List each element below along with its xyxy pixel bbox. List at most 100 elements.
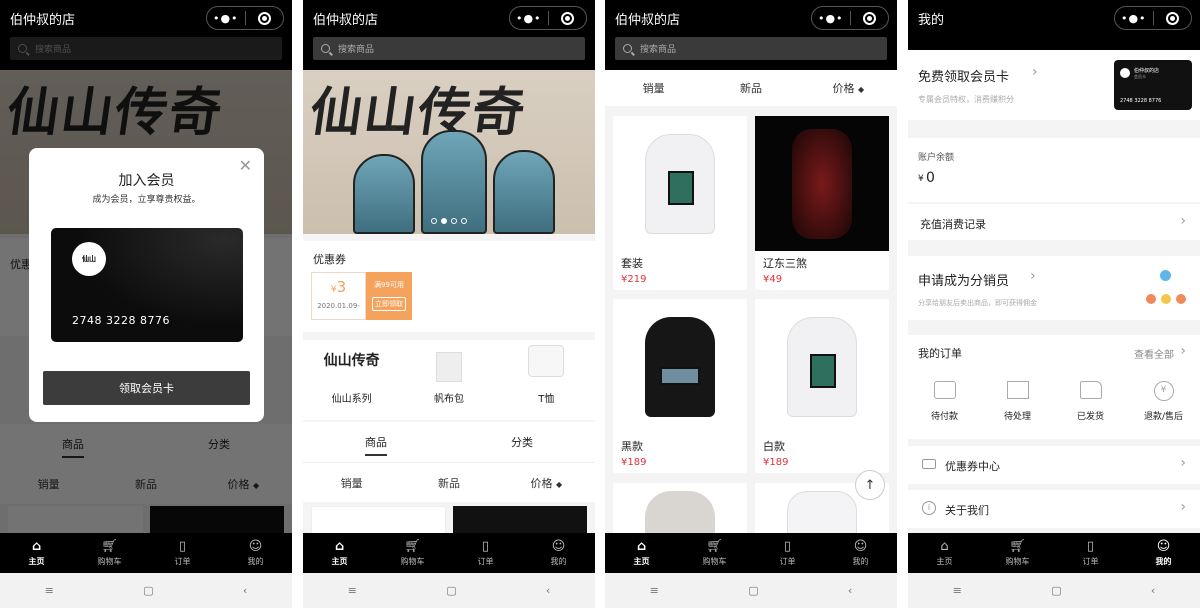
sort-new[interactable]: 新品 [702, 80, 799, 96]
home-icon: ⌂ [334, 538, 345, 554]
tab-me[interactable]: ☺ 我的 [1127, 533, 1200, 573]
menu-icon[interactable]: ≡ [953, 584, 962, 597]
refund-icon: ¥ [1153, 381, 1174, 401]
more-dots-icon[interactable]: •●• [207, 12, 245, 25]
sort-price[interactable]: 价格 ◆ [498, 475, 595, 491]
tab-category[interactable]: 分类 [449, 422, 595, 462]
page-title: 我的 [918, 13, 945, 28]
order-status-item[interactable]: 待付款 [908, 381, 981, 422]
phone-screen-products: 伯仲叔的店 •●• 搜索商品 销量 新品 价格 ◆ 套装 ¥219 辽东三煞 ¥49 黑… [605, 0, 897, 608]
orders-section: 我的订单 查看全部 › 待付款 待处理 已发货 ¥ 退款/售后 [908, 335, 1200, 439]
tab-home[interactable]: ⌂ 主页 [0, 533, 73, 573]
tshirt-icon [528, 345, 565, 377]
card-number: 2748 3228 8776 [72, 314, 170, 327]
sort-arrows-icon: ◆ [555, 479, 563, 489]
product-card[interactable]: 辽东三煞 ¥49 [755, 116, 889, 290]
tab-cart[interactable]: 🛒︎ 购物车 [981, 533, 1054, 573]
shop-title: 伯仲叔的店 [313, 13, 379, 28]
tab-orders[interactable]: ▯ 订单 [1054, 533, 1127, 573]
chevron-right-icon: › [1030, 268, 1036, 284]
back-icon[interactable]: ‹ [1151, 584, 1155, 597]
mini-member-card: 伯仲叔的店 会员卡 2748 3228 8776 [1114, 60, 1192, 110]
record-icon[interactable] [548, 11, 586, 25]
coupon-icon [922, 459, 936, 469]
square-icon[interactable]: ▢ [143, 584, 153, 597]
order-status-item[interactable]: ¥ 退款/售后 [1127, 381, 1200, 422]
sort-new[interactable]: 新品 [400, 475, 497, 491]
carousel-dots [303, 218, 595, 224]
order-status-item[interactable]: 待处理 [981, 381, 1054, 422]
more-dots-icon[interactable]: •●• [1115, 12, 1153, 25]
mini-program-capsule: •●• [1114, 6, 1192, 30]
tab-me[interactable]: ☺ 我的 [219, 533, 292, 573]
tab-me[interactable]: ☺ 我的 [824, 533, 897, 573]
recharge-record-row[interactable]: 充值消费记录 › [908, 204, 1200, 240]
more-dots-icon[interactable]: •●• [812, 12, 850, 25]
series-item[interactable]: 帆布包 [400, 340, 497, 420]
back-icon[interactable]: ‹ [546, 584, 550, 597]
order-status-item[interactable]: 已发货 [1054, 381, 1127, 422]
cart-icon: 🛒︎ [706, 538, 723, 554]
user-icon: ☺ [853, 538, 868, 554]
sort-sales[interactable]: 销量 [605, 80, 702, 96]
tab-me[interactable]: ☺ 我的 [522, 533, 595, 573]
record-icon[interactable] [245, 11, 283, 25]
truck-icon [1079, 381, 1102, 399]
tab-orders[interactable]: ▯ 订单 [751, 533, 824, 573]
square-icon[interactable]: ▢ [446, 584, 456, 597]
record-icon[interactable] [1153, 11, 1191, 25]
tab-cart[interactable]: 🛒︎ 购物车 [678, 533, 751, 573]
mini-program-capsule: •●• [811, 6, 889, 30]
cart-icon: 🛒︎ [1009, 538, 1026, 554]
series-item[interactable]: 仙山传奇 仙山系列 [303, 340, 400, 420]
menu-icon[interactable]: ≡ [45, 584, 54, 597]
series-item[interactable]: T恤 [498, 340, 595, 420]
tab-goods[interactable]: 商品 [303, 422, 449, 462]
phone-screen-home-modal: 伯仲叔的店 •●• 搜索商品 仙山传奇 优惠 商品 分类 销量 新品 价格 ◆ … [0, 0, 292, 608]
search-icon [321, 44, 330, 53]
back-icon[interactable]: ‹ [848, 584, 852, 597]
document-icon: ▯ [1086, 538, 1095, 554]
menu-icon[interactable]: ≡ [348, 584, 357, 597]
tab-cart[interactable]: 🛒︎ 购物车 [73, 533, 146, 573]
product-card[interactable]: 黑款 ¥189 [613, 299, 747, 473]
about-us-row[interactable]: i 关于我们 › [908, 490, 1200, 528]
phone-screen-home: 伯仲叔的店 •●• 搜索商品 仙山传奇 XIA 优惠券 ¥3 2020.01.0… [303, 0, 595, 608]
search-input[interactable]: 搜索商品 [313, 37, 585, 60]
tab-orders[interactable]: ▯ 订单 [146, 533, 219, 573]
sort-sales[interactable]: 销量 [303, 475, 400, 491]
modal-subtitle: 成为会员，立享尊贵权益。 [92, 195, 201, 205]
more-dots-icon[interactable]: •●• [510, 12, 548, 25]
calligraphy-logo: 仙山传奇 [323, 353, 380, 369]
distributor-row[interactable]: 申请成为分销员 › 分享给朋友后卖出商品，即可获得佣金 [908, 256, 1200, 320]
record-icon[interactable] [850, 11, 888, 25]
coupon-ticket: ¥3 2020.01.09- [311, 272, 366, 320]
tab-cart[interactable]: 🛒︎ 购物车 [376, 533, 449, 573]
tab-home[interactable]: ⌂ 主页 [303, 533, 376, 573]
menu-icon[interactable]: ≡ [650, 584, 659, 597]
product-card[interactable]: 白款 ¥189 [755, 299, 889, 473]
product-card[interactable]: 套装 ¥219 [613, 116, 747, 290]
coupon-center-row[interactable]: 优惠券中心 › [908, 446, 1200, 484]
banner[interactable]: 仙山传奇 XIA [303, 70, 595, 234]
member-card: 仙山 2748 3228 8776 [51, 228, 243, 342]
member-card-row[interactable]: 免费领取会员卡 › 专属会员特权，消费赚积分 伯仲叔的店 会员卡 2748 322… [908, 50, 1200, 120]
tab-orders[interactable]: ▯ 订单 [449, 533, 522, 573]
coupon-claim-area[interactable]: 满99可用 立即领取 [366, 272, 412, 320]
back-icon[interactable]: ‹ [243, 584, 247, 597]
tab-home[interactable]: ⌂ 主页 [605, 533, 678, 573]
cart-icon: 🛒︎ [404, 538, 421, 554]
phone-screen-profile: 我的 •●• 免费领取会员卡 › 专属会员特权，消费赚积分 伯仲叔的店 会员卡 2… [908, 0, 1200, 608]
sort-price[interactable]: 价格 ◆ [800, 80, 897, 96]
back-to-top-icon[interactable]: ↑ [855, 470, 885, 500]
view-all-orders-link[interactable]: 查看全部 [1134, 346, 1174, 361]
square-icon[interactable]: ▢ [748, 584, 758, 597]
network-people-icon [1146, 270, 1186, 306]
search-input[interactable]: 搜索商品 [615, 37, 887, 60]
square-icon[interactable]: ▢ [1051, 584, 1061, 597]
tab-home[interactable]: ⌂ 主页 [908, 533, 981, 573]
claim-card-button[interactable]: 领取会员卡 [43, 371, 250, 405]
product-image [755, 299, 889, 434]
claim-coupon-button[interactable]: 立即领取 [372, 297, 406, 311]
product-card[interactable] [613, 483, 747, 538]
